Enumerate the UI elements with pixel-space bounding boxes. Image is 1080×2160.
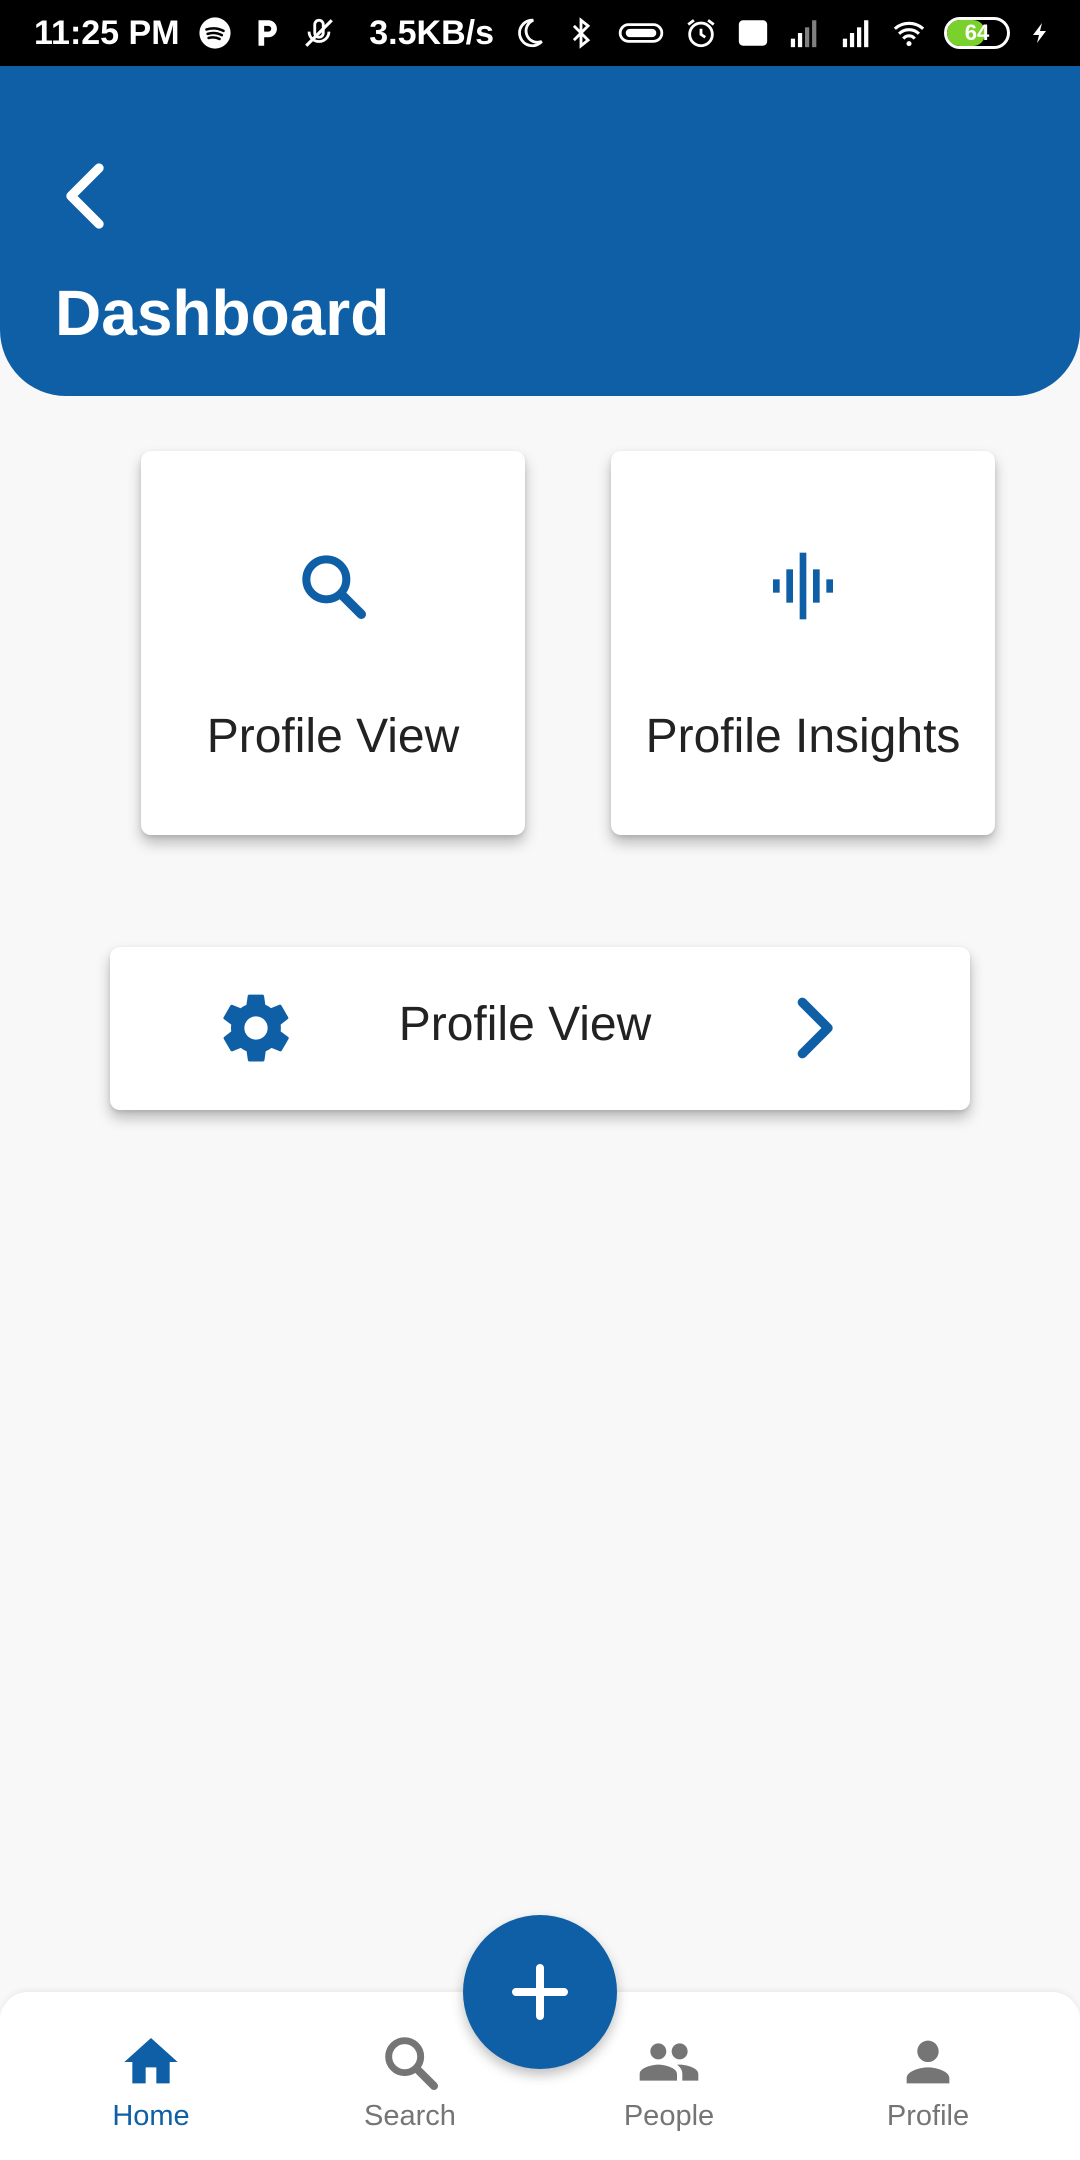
signal-icon [840,16,874,50]
battery-level: 64 [964,20,990,45]
p-icon [250,16,284,50]
nav-label: Search [364,2100,456,2132]
nav-item-home[interactable]: Home [51,1992,251,2160]
alarm-icon [684,16,718,50]
profile-view-tile[interactable]: Profile View [141,451,525,835]
add-button[interactable] [463,1915,617,2069]
search-icon [378,2030,442,2094]
home-icon [119,2030,183,2094]
wifi-icon [892,16,926,50]
waveform-icon [763,546,843,626]
nav-item-profile[interactable]: Profile [828,1992,1028,2160]
moon-icon [512,16,546,50]
network-speed: 3.5KB/s [369,13,494,52]
chevron-right-icon [786,993,842,1063]
status-right: 3.5KB/s 64 [369,14,1052,53]
nav-label: Home [112,2100,190,2132]
status-time: 11:25 PM [34,13,180,52]
chevron-left-icon [66,163,104,229]
tile-label: Profile Insights [645,710,961,763]
bluetooth-icon [564,16,598,50]
nav-label: Profile [886,2100,970,2132]
spotify-icon [198,16,232,50]
nav-label: People [623,2100,715,2132]
page-title: Dashboard [55,277,390,349]
tile-label: Profile View [206,710,460,763]
plus-icon [512,1964,568,2020]
charging-icon [1028,16,1052,50]
status-bar: 11:25 PM 3.5KB/s 64 [0,0,1080,66]
person-icon [896,2030,960,2094]
profile-insights-tile[interactable]: Profile Insights [611,451,995,835]
status-left: 11:25 PM [34,14,336,53]
battery-icon: 64 [944,17,1010,49]
mute-icon [302,16,336,50]
signal-icon [788,16,822,50]
back-button[interactable] [50,156,120,236]
vibrate-icon [616,16,666,50]
search-icon [293,546,373,626]
volte-icon [736,16,770,50]
people-icon [637,2030,701,2094]
profile-view-row[interactable]: Profile View [110,947,970,1110]
app-header: Dashboard [0,66,1080,396]
